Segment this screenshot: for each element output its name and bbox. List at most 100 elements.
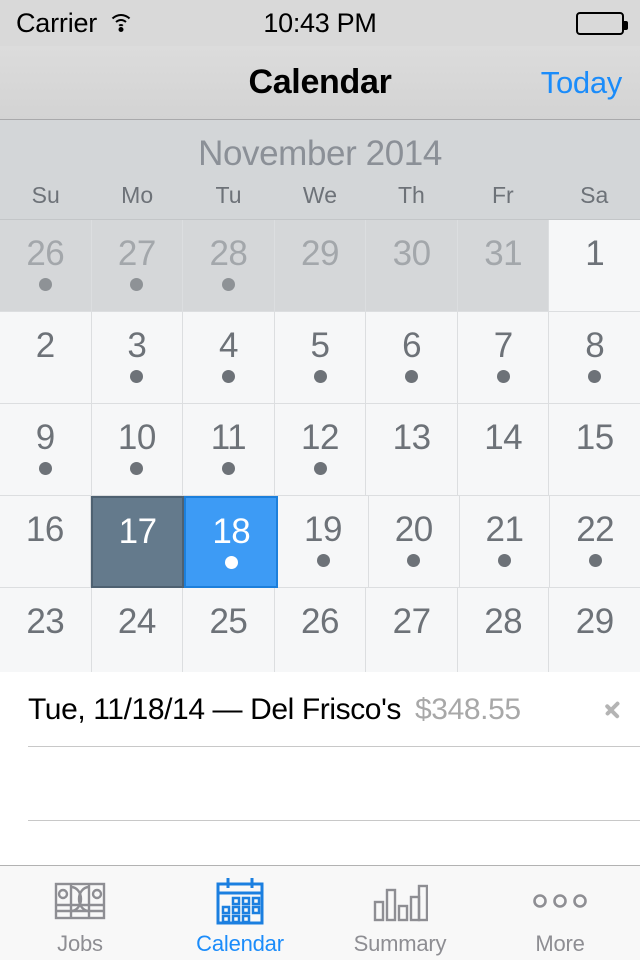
calendar-event-dot: [405, 370, 419, 383]
calendar-event-dot: [316, 554, 330, 567]
weekday-label: Tu: [215, 182, 242, 208]
calendar-day-cell[interactable]: 14: [457, 404, 550, 496]
tab-summary[interactable]: Summary: [320, 866, 480, 960]
event-list: Tue, 11/18/14 — Del Frisco's $348.55: [0, 672, 640, 865]
status-bar: Carrier 10:43 PM: [0, 0, 640, 46]
calendar-day-cell[interactable]: 18: [184, 496, 279, 588]
calendar-day-cell[interactable]: 3: [91, 312, 184, 404]
calendar-day-number: 30: [392, 234, 431, 273]
money-icon: [54, 876, 106, 926]
tab-label: More: [535, 930, 585, 956]
calendar-day-cell[interactable]: 6: [366, 312, 458, 404]
calendar-day-cell[interactable]: 29: [549, 588, 640, 680]
calendar-day-number: 1: [585, 234, 605, 273]
calendar-day-number: 6: [402, 326, 422, 365]
calendar-event-dot: [496, 370, 510, 383]
calendar-day-cell[interactable]: 27: [91, 220, 184, 312]
ellipsis-icon: [530, 876, 590, 926]
calendar-day-cell[interactable]: 20: [368, 496, 460, 588]
calendar-day-cell[interactable]: 19: [278, 496, 369, 588]
calendar-event-dot: [221, 278, 235, 291]
empty-list-row: [0, 747, 640, 821]
calendar-day-number: 9: [35, 418, 55, 457]
calendar-day-cell[interactable]: 1: [549, 220, 640, 312]
calendar-day-cell[interactable]: 21: [459, 496, 551, 588]
status-bar-clock: 10:43 PM: [263, 7, 377, 38]
weekday-label: Sa: [580, 182, 609, 208]
calendar-event-dot: [407, 554, 421, 567]
calendar-event-dot: [38, 278, 52, 291]
calendar-day-cell[interactable]: 22: [550, 496, 640, 588]
weekday-label: Su: [31, 182, 60, 208]
tab-calendar[interactable]: Calendar: [160, 866, 320, 960]
calendar-day-cell[interactable]: 17: [90, 496, 185, 588]
calendar-day-number: 16: [25, 510, 64, 549]
calendar-day-number: 15: [575, 418, 614, 457]
calendar-day-cell[interactable]: 27: [366, 588, 458, 680]
calendar-day-number: 22: [576, 510, 615, 549]
weekday-label: Fr: [491, 182, 514, 208]
calendar-day-cell[interactable]: 5: [274, 312, 367, 404]
tab-more[interactable]: More: [480, 866, 640, 960]
chevron-right-icon: [604, 695, 622, 725]
calendar-day-cell[interactable]: 24: [91, 588, 184, 680]
status-bar-right: [576, 11, 628, 35]
calendar-day-cell[interactable]: 10: [91, 404, 184, 496]
calendar-day-cell[interactable]: 16: [0, 496, 91, 588]
calendar-day-cell[interactable]: 9: [0, 404, 92, 496]
page-title: Calendar: [248, 63, 392, 101]
navigation-bar: Calendar Today: [0, 46, 640, 120]
calendar-day-number: 5: [310, 326, 330, 365]
calendar-day-cell[interactable]: 15: [549, 404, 640, 496]
calendar-day-cell[interactable]: 26: [0, 220, 92, 312]
calendar-event-dot: [130, 278, 144, 291]
event-row[interactable]: Tue, 11/18/14 — Del Frisco's $348.55: [0, 672, 640, 747]
weekday-header-row: Su Mo Tu We Th Fr Sa: [0, 182, 640, 219]
calendar-event-dot: [313, 370, 327, 383]
tab-label: Calendar: [196, 930, 284, 956]
calendar-day-number: 2: [35, 326, 55, 365]
tab-jobs[interactable]: Jobs: [0, 866, 160, 960]
calendar-day-cell[interactable]: 4: [183, 312, 275, 404]
calendar-day-cell[interactable]: 29: [274, 220, 367, 312]
calendar-day-number: 26: [26, 234, 65, 273]
calendar-event-dot: [130, 462, 144, 475]
calendar-icon: [215, 876, 265, 926]
bar-chart-icon: [372, 876, 428, 926]
calendar-day-cell[interactable]: 7: [457, 312, 550, 404]
calendar-day-cell[interactable]: 8: [549, 312, 640, 404]
calendar-day-cell[interactable]: 28: [457, 588, 550, 680]
calendar-week-row: 26 27 28 29 30 31 1: [0, 220, 640, 312]
calendar-day-cell[interactable]: 13: [366, 404, 458, 496]
calendar-day-number: 23: [26, 602, 65, 641]
calendar-day-cell[interactable]: 11: [183, 404, 275, 496]
event-amount: $348.55: [415, 692, 521, 726]
calendar-day-cell[interactable]: 2: [0, 312, 92, 404]
calendar-day-cell[interactable]: 28: [183, 220, 275, 312]
calendar-event-dot: [221, 462, 235, 475]
calendar-day-number: 27: [117, 234, 156, 273]
calendar-day-cell[interactable]: 12: [274, 404, 367, 496]
calendar-day-number: 20: [394, 510, 433, 549]
calendar-day-number: 11: [210, 418, 247, 457]
calendar-week-row: 2 3 4 5 6 7 8: [0, 312, 640, 404]
event-title: Tue, 11/18/14 — Del Frisco's: [28, 692, 402, 726]
weekday-label: Mo: [121, 182, 154, 208]
weekday-label: Th: [397, 182, 425, 208]
calendar-day-number: 3: [127, 326, 147, 365]
calendar-day-number: 24: [117, 602, 156, 641]
today-button[interactable]: Today: [541, 65, 623, 101]
calendar-day-number: 25: [209, 602, 248, 641]
calendar-event-dot: [497, 554, 511, 567]
calendar-day-cell[interactable]: 31: [457, 220, 550, 312]
calendar-week-row: 9 10 11 12 13 14 15: [0, 404, 640, 496]
calendar-day-cell[interactable]: 23: [0, 588, 92, 680]
calendar-day-number: 13: [392, 418, 431, 457]
calendar-event-dot: [130, 370, 144, 383]
calendar-day-cell[interactable]: 26: [274, 588, 367, 680]
calendar-day-cell[interactable]: 30: [366, 220, 458, 312]
calendar-day-number: 27: [392, 602, 431, 641]
calendar-day-cell[interactable]: 25: [183, 588, 275, 680]
calendar-day-number: 26: [301, 602, 339, 641]
calendar-event-dot: [588, 554, 602, 567]
